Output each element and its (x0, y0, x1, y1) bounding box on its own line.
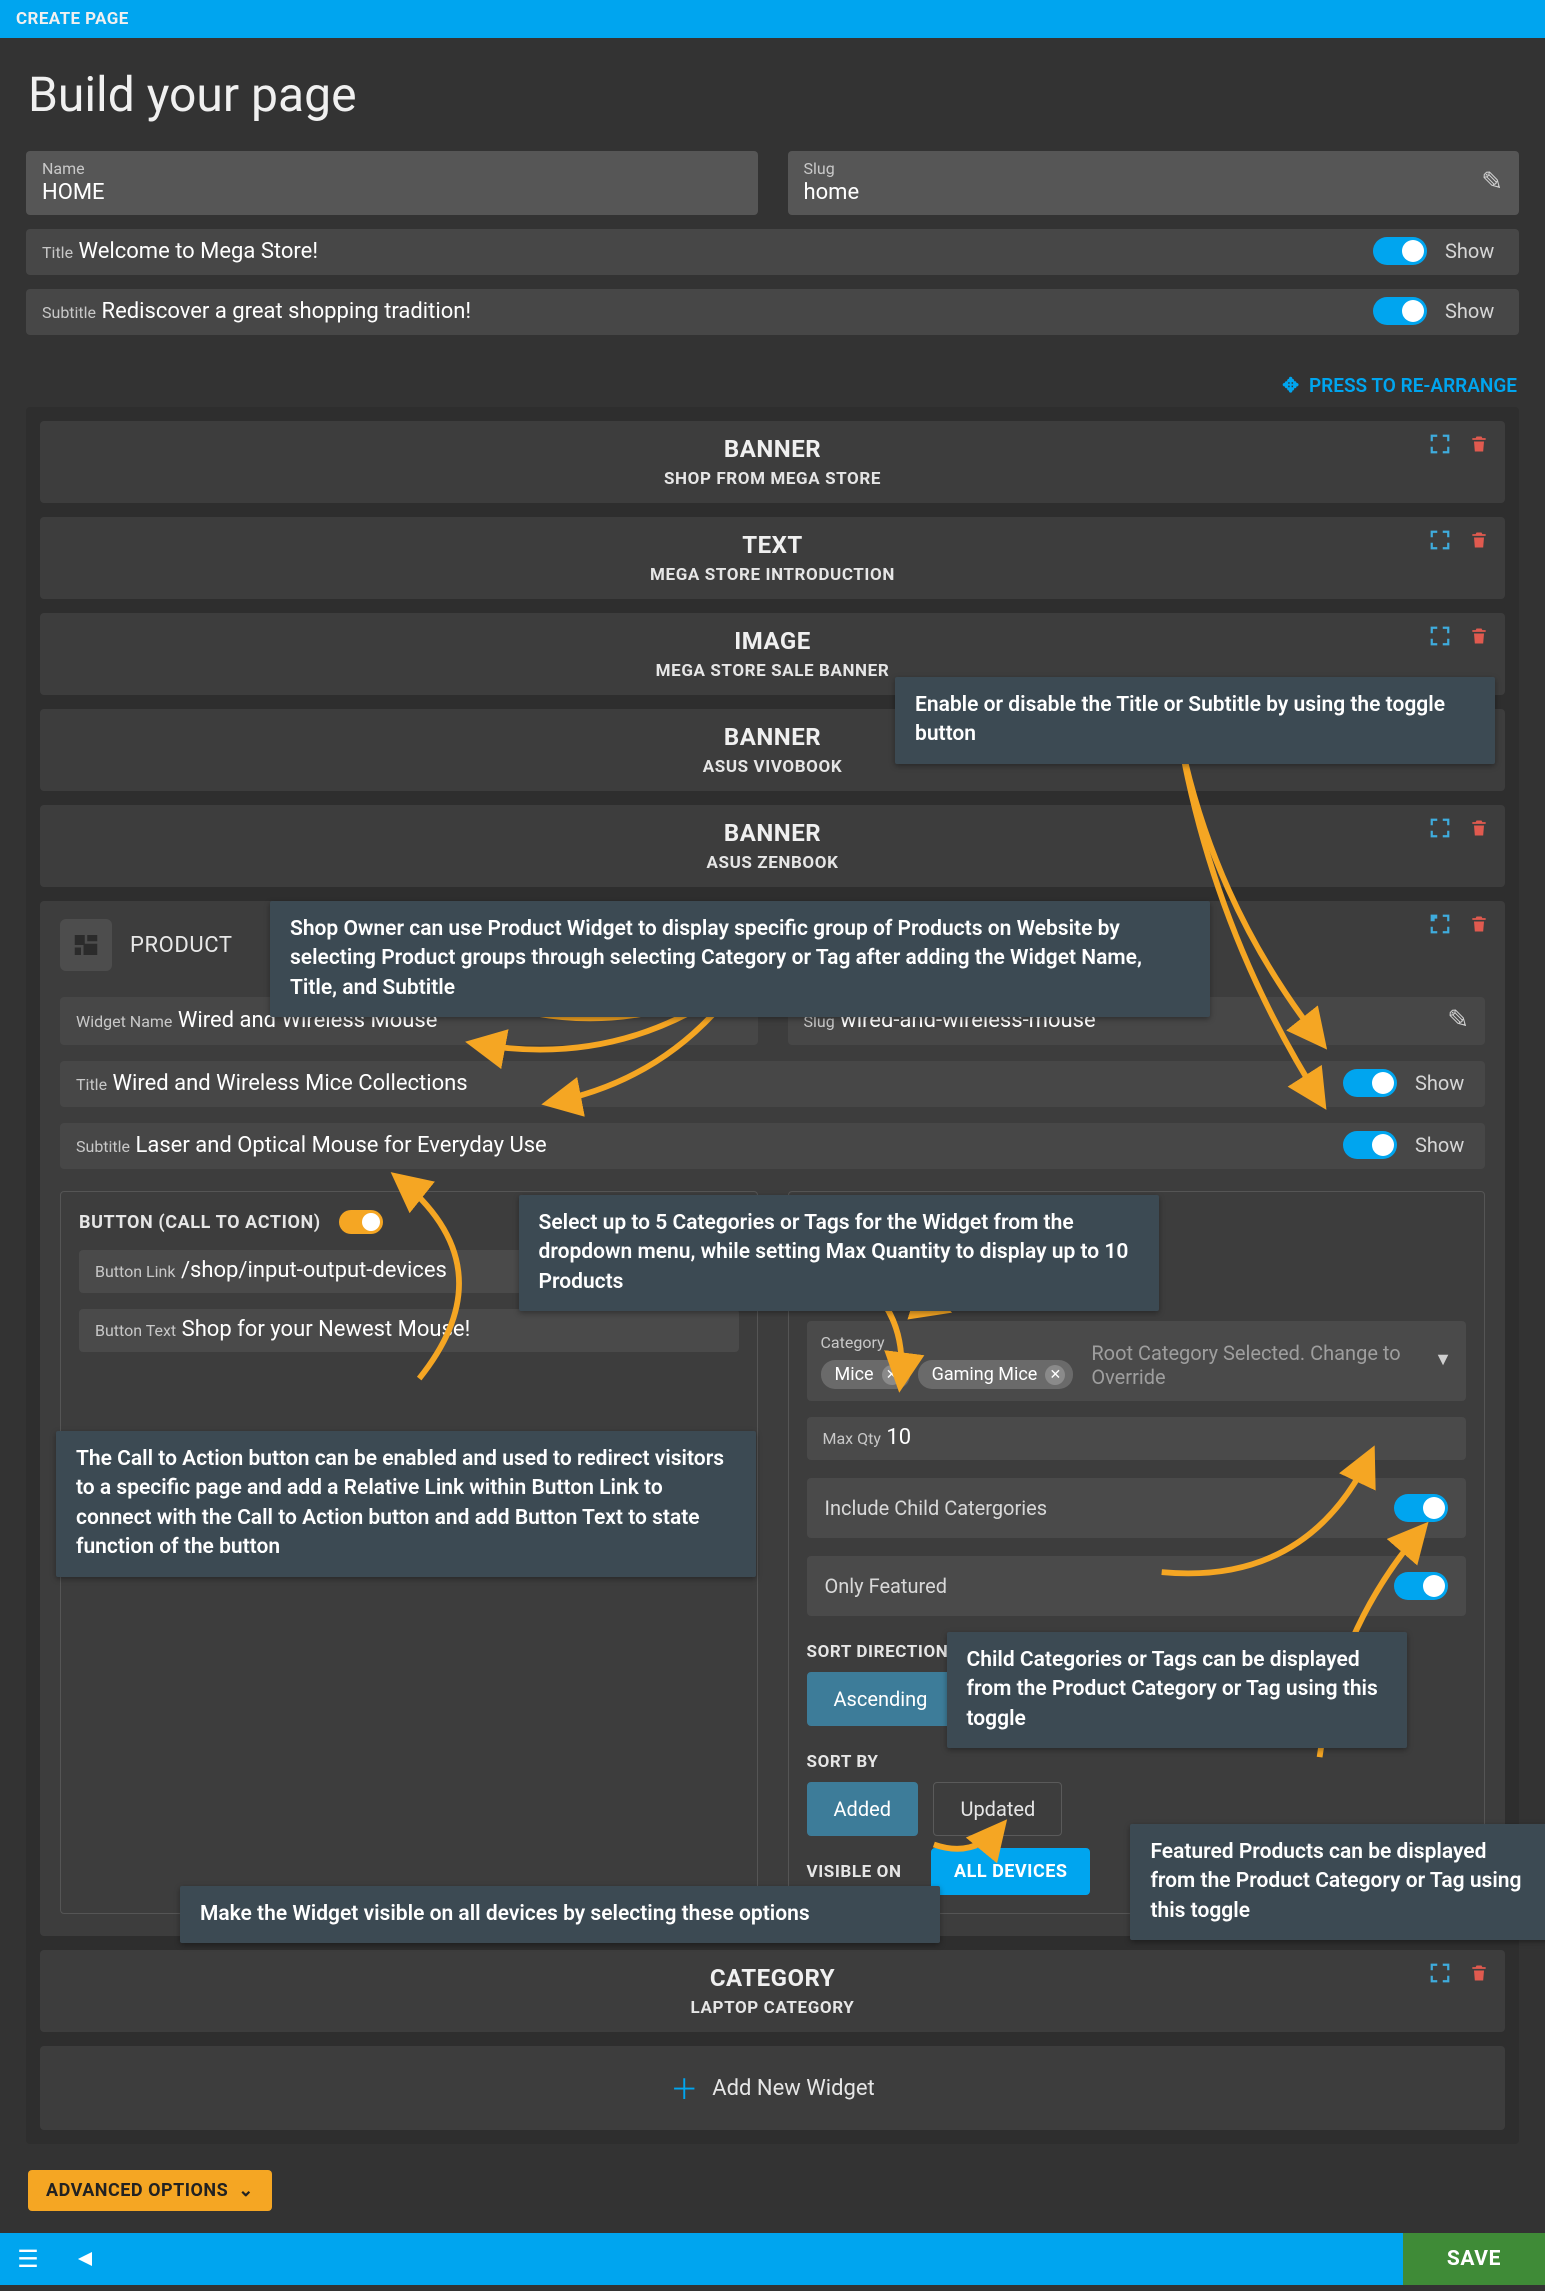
pencil-icon[interactable]: ✎ (1481, 167, 1503, 197)
chevron-down-icon[interactable]: ▼ (1434, 1349, 1452, 1370)
subtitle-field[interactable]: Subtitle Rediscover a great shopping tra… (26, 289, 1519, 335)
cta-box: BUTTON (CALL TO ACTION) Button Link /sho… (60, 1191, 758, 1914)
only-featured-toggle[interactable] (1394, 1572, 1448, 1600)
trash-icon[interactable] (1469, 625, 1489, 647)
trash-icon[interactable] (1469, 721, 1489, 743)
sort-by-updated[interactable]: Updated (933, 1782, 1062, 1836)
bottom-bar: ☰ ▲ SAVE (0, 2233, 1545, 2285)
subtitle-value: Rediscover a great shopping tradition! (102, 299, 472, 324)
category-select[interactable]: Category Mice✕Gaming Mice✕ Root Category… (807, 1321, 1467, 1401)
subtitle-show-toggle[interactable] (1373, 297, 1427, 325)
page-heading: Build your page (28, 66, 1519, 123)
subtitle-label: Subtitle (42, 303, 96, 322)
expand-icon[interactable] (1429, 817, 1451, 839)
widget-row[interactable]: IMAGEMEGA STORE SALE BANNER (40, 613, 1505, 695)
button-text-field[interactable]: Button Text Shop for your Newest Mouse! (79, 1309, 739, 1352)
slug-value: home (804, 180, 1472, 205)
product-label: PRODUCT (130, 933, 233, 958)
collapse-icon[interactable] (1429, 913, 1451, 935)
widget-row[interactable]: TEXTMEGA STORE INTRODUCTION (40, 517, 1505, 599)
rearrange-button[interactable]: ✥ PRESS TO RE-ARRANGE (26, 373, 1517, 397)
visible-on-all[interactable]: ALL DEVICES (931, 1848, 1090, 1895)
trash-icon[interactable] (1469, 817, 1489, 839)
topbar: CREATE PAGE (0, 0, 1545, 38)
topbar-title: CREATE PAGE (16, 9, 129, 29)
category-chip[interactable]: Gaming Mice✕ (918, 1360, 1074, 1389)
include-child-row: Include Child Catergories (807, 1478, 1467, 1538)
product-widget: PRODUCT Widget Name Wired and Wireless M… (40, 901, 1505, 1936)
widget-slug-field[interactable]: Slug wired-and-wireless-mouse ✎ (788, 997, 1486, 1045)
name-value: HOME (42, 180, 742, 205)
product-icon (60, 919, 112, 971)
move-icon: ✥ (1282, 373, 1299, 397)
widget-title-field[interactable]: Title Wired and Wireless Mice Collection… (60, 1061, 1485, 1107)
trash-icon[interactable] (1469, 529, 1489, 551)
widget-stage: BANNERSHOP FROM MEGA STORE TEXTMEGA STORE… (26, 407, 1519, 2144)
widget-name-field[interactable]: Widget Name Wired and Wireless Mouse (60, 997, 758, 1045)
widget-subtitle-toggle[interactable] (1343, 1131, 1397, 1159)
save-button[interactable]: SAVE (1403, 2233, 1545, 2285)
category-chip[interactable]: Mice✕ (821, 1360, 910, 1389)
pencil-icon[interactable]: ✎ (1447, 1005, 1469, 1035)
widget-title-toggle[interactable] (1343, 1069, 1397, 1097)
rearrange-label: PRESS TO RE-ARRANGE (1309, 374, 1517, 397)
title-label: Title (42, 243, 73, 262)
slug-label: Slug (804, 159, 1472, 178)
expand-icon[interactable] (1429, 529, 1451, 551)
title-show-toggle[interactable] (1373, 237, 1427, 265)
widget-subtitle-field[interactable]: Subtitle Laser and Optical Mouse for Eve… (60, 1123, 1485, 1169)
trash-icon[interactable] (1469, 913, 1489, 935)
widget-options-box: WIDGET OPTIONS Category Tag Category Mic… (788, 1191, 1486, 1914)
tab-category[interactable]: Category (807, 1245, 945, 1303)
expand-icon[interactable] (1429, 1962, 1451, 1984)
tab-tag[interactable]: Tag (959, 1245, 1050, 1303)
menu-icon[interactable]: ☰ (0, 2233, 56, 2285)
expand-icon[interactable] (1429, 433, 1451, 455)
plus-icon: ＋ (670, 2068, 698, 2108)
cta-heading: BUTTON (CALL TO ACTION) (79, 1212, 321, 1233)
title-value: Welcome to Mega Store! (79, 239, 319, 264)
chevron-down-icon: ⌄ (238, 2180, 254, 2201)
widget-options-heading: WIDGET OPTIONS (807, 1210, 1467, 1231)
sort-by-added[interactable]: Added (807, 1782, 919, 1836)
trash-icon[interactable] (1469, 1962, 1489, 1984)
widget-row-category[interactable]: CATEGORY LAPTOP CATEGORY (40, 1950, 1505, 2032)
add-widget-button[interactable]: ＋ Add New Widget (40, 2046, 1505, 2130)
cta-toggle[interactable] (339, 1210, 383, 1234)
widget-row[interactable]: BANNERASUS VIVOBOOK (40, 709, 1505, 791)
back-icon[interactable]: ▲ (58, 2231, 110, 2287)
expand-icon[interactable] (1429, 721, 1451, 743)
slug-field[interactable]: Slug home ✎ (788, 151, 1520, 215)
title-field[interactable]: Title Welcome to Mega Store! Show (26, 229, 1519, 275)
expand-icon[interactable] (1429, 625, 1451, 647)
title-show-label: Show (1445, 239, 1499, 263)
name-field[interactable]: Name HOME (26, 151, 758, 215)
sort-asc[interactable]: Ascending (807, 1672, 955, 1726)
chip-remove-icon[interactable]: ✕ (882, 1365, 902, 1385)
widget-row[interactable]: BANNERSHOP FROM MEGA STORE (40, 421, 1505, 503)
advanced-options-button[interactable]: ADVANCED OPTIONS ⌄ (28, 2170, 272, 2211)
button-link-field[interactable]: Button Link /shop/input-output-devices (79, 1250, 739, 1293)
widget-row[interactable]: BANNERASUS ZENBOOK (40, 805, 1505, 887)
name-label: Name (42, 159, 742, 178)
only-featured-row: Only Featured (807, 1556, 1467, 1616)
max-qty-field[interactable]: Max Qty 10 (807, 1417, 1467, 1460)
subtitle-show-label: Show (1445, 299, 1499, 323)
trash-icon[interactable] (1469, 433, 1489, 455)
chip-remove-icon[interactable]: ✕ (1045, 1365, 1065, 1385)
include-child-toggle[interactable] (1394, 1494, 1448, 1522)
